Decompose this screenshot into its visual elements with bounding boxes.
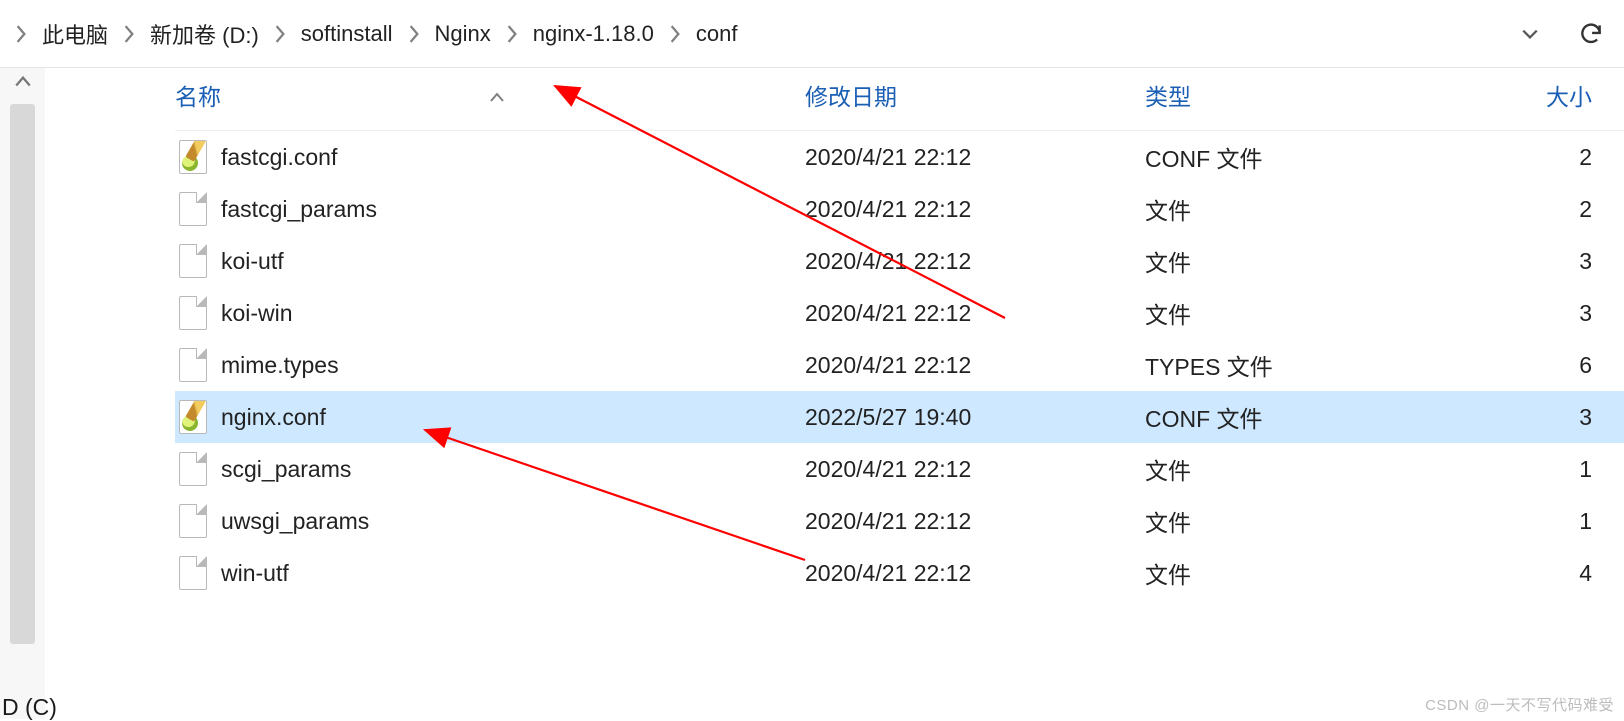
file-name-label: fastcgi.conf	[221, 144, 337, 171]
breadcrumb-item[interactable]: 新加卷 (D:)	[144, 14, 265, 54]
refresh-button[interactable]	[1564, 7, 1618, 61]
file-icon	[179, 192, 207, 226]
scroll-up-icon[interactable]	[0, 74, 45, 88]
file-name-cell[interactable]: koi-utf	[175, 244, 805, 278]
file-type-cell: 文件	[1145, 296, 1445, 330]
file-row[interactable]: koi-win 2020/4/21 22:12文件3	[175, 287, 1624, 339]
file-date-cell: 2020/4/21 22:12	[805, 560, 1145, 587]
chevron-right-icon[interactable]	[503, 25, 521, 43]
file-date-cell: 2020/4/21 22:12	[805, 248, 1145, 275]
breadcrumb-item[interactable]: softinstall	[295, 17, 399, 51]
file-list-pane: 名称 修改日期 类型 大小 fastcgi.conf 2020/4/21 22:1…	[175, 68, 1624, 719]
file-name-cell[interactable]: uwsgi_params	[175, 504, 805, 538]
file-row[interactable]: fastcgi_params 2020/4/21 22:12文件2	[175, 183, 1624, 235]
file-icon	[179, 556, 207, 590]
file-size-cell: 2	[1445, 196, 1624, 223]
file-row[interactable]: win-utf 2020/4/21 22:12文件4	[175, 547, 1624, 599]
file-name-cell[interactable]: koi-win	[175, 296, 805, 330]
column-type[interactable]: 类型	[1145, 78, 1445, 112]
address-history-dropdown[interactable]	[1508, 12, 1552, 56]
file-type-cell: CONF 文件	[1145, 140, 1445, 174]
sort-asc-icon	[489, 82, 505, 109]
column-name-label: 名称	[175, 78, 221, 112]
file-size-cell: 3	[1445, 404, 1624, 431]
chevron-right-icon[interactable]	[271, 25, 289, 43]
file-size-cell: 1	[1445, 508, 1624, 535]
column-headers: 名称 修改日期 类型 大小	[175, 68, 1624, 131]
chevron-right-icon[interactable]	[120, 25, 138, 43]
file-name-cell[interactable]: scgi_params	[175, 452, 805, 486]
column-name[interactable]: 名称	[175, 78, 805, 112]
file-name-cell[interactable]: win-utf	[175, 556, 805, 590]
file-date-cell: 2020/4/21 22:12	[805, 144, 1145, 171]
file-name-label: win-utf	[221, 560, 289, 587]
breadcrumb-item[interactable]: 此电脑	[36, 14, 114, 54]
file-icon	[179, 452, 207, 486]
conf-file-icon	[179, 400, 207, 434]
address-bar: 此电脑 新加卷 (D:) softinstall Nginx nginx-1.1…	[0, 0, 1624, 68]
conf-file-icon	[179, 140, 207, 174]
file-row[interactable]: uwsgi_params 2020/4/21 22:12文件1	[175, 495, 1624, 547]
file-type-cell: 文件	[1145, 504, 1445, 538]
column-date-label: 修改日期	[805, 78, 897, 112]
file-type-cell: 文件	[1145, 556, 1445, 590]
watermark: CSDN @一天不写代码难受	[1425, 694, 1614, 715]
column-size-label: 大小	[1546, 78, 1592, 112]
file-date-cell: 2020/4/21 22:12	[805, 456, 1145, 483]
chevron-right-icon[interactable]	[12, 25, 30, 43]
corner-text: D (C)	[2, 694, 57, 721]
chevron-right-icon[interactable]	[666, 25, 684, 43]
file-icon	[179, 348, 207, 382]
file-row[interactable]: fastcgi.conf 2020/4/21 22:12CONF 文件2	[175, 131, 1624, 183]
file-name-label: fastcgi_params	[221, 196, 377, 223]
file-type-cell: 文件	[1145, 452, 1445, 486]
file-size-cell: 3	[1445, 300, 1624, 327]
file-size-cell: 6	[1445, 352, 1624, 379]
file-type-cell: 文件	[1145, 244, 1445, 278]
file-row[interactable]: scgi_params 2020/4/21 22:12文件1	[175, 443, 1624, 495]
file-name-label: scgi_params	[221, 456, 351, 483]
file-icon	[179, 504, 207, 538]
file-icon	[179, 296, 207, 330]
file-date-cell: 2020/4/21 22:12	[805, 300, 1145, 327]
file-size-cell: 2	[1445, 144, 1624, 171]
file-name-cell[interactable]: fastcgi.conf	[175, 140, 805, 174]
gutter	[45, 68, 175, 719]
breadcrumb-item[interactable]: nginx-1.18.0	[527, 17, 660, 51]
file-name-label: koi-win	[221, 300, 293, 327]
file-name-label: uwsgi_params	[221, 508, 369, 535]
file-name-cell[interactable]: mime.types	[175, 348, 805, 382]
column-size[interactable]: 大小	[1445, 78, 1624, 112]
file-type-cell: TYPES 文件	[1145, 348, 1445, 382]
file-size-cell: 3	[1445, 248, 1624, 275]
file-name-cell[interactable]: fastcgi_params	[175, 192, 805, 226]
chevron-right-icon[interactable]	[405, 25, 423, 43]
file-date-cell: 2020/4/21 22:12	[805, 196, 1145, 223]
file-row[interactable]: mime.types 2020/4/21 22:12TYPES 文件6	[175, 339, 1624, 391]
file-date-cell: 2022/5/27 19:40	[805, 404, 1145, 431]
file-date-cell: 2020/4/21 22:12	[805, 508, 1145, 535]
file-rows: fastcgi.conf2020/4/21 22:12CONF 文件2fastc…	[175, 131, 1624, 599]
file-size-cell: 4	[1445, 560, 1624, 587]
nav-scrollbar[interactable]	[0, 68, 45, 719]
file-name-label: koi-utf	[221, 248, 284, 275]
main-area: 名称 修改日期 类型 大小 fastcgi.conf 2020/4/21 22:1…	[0, 68, 1624, 719]
file-type-cell: 文件	[1145, 192, 1445, 226]
file-type-cell: CONF 文件	[1145, 400, 1445, 434]
file-name-label: nginx.conf	[221, 404, 326, 431]
file-name-cell[interactable]: nginx.conf	[175, 400, 805, 434]
file-row[interactable]: koi-utf 2020/4/21 22:12文件3	[175, 235, 1624, 287]
file-date-cell: 2020/4/21 22:12	[805, 352, 1145, 379]
file-size-cell: 1	[1445, 456, 1624, 483]
file-icon	[179, 244, 207, 278]
breadcrumb-item[interactable]: conf	[690, 17, 744, 51]
file-row[interactable]: nginx.conf 2022/5/27 19:40CONF 文件3	[175, 391, 1624, 443]
column-date[interactable]: 修改日期	[805, 78, 1145, 112]
column-type-label: 类型	[1145, 78, 1191, 112]
breadcrumb[interactable]: 此电脑 新加卷 (D:) softinstall Nginx nginx-1.1…	[12, 14, 1508, 54]
scrollbar-thumb[interactable]	[10, 104, 35, 644]
breadcrumb-item[interactable]: Nginx	[429, 17, 497, 51]
file-name-label: mime.types	[221, 352, 339, 379]
